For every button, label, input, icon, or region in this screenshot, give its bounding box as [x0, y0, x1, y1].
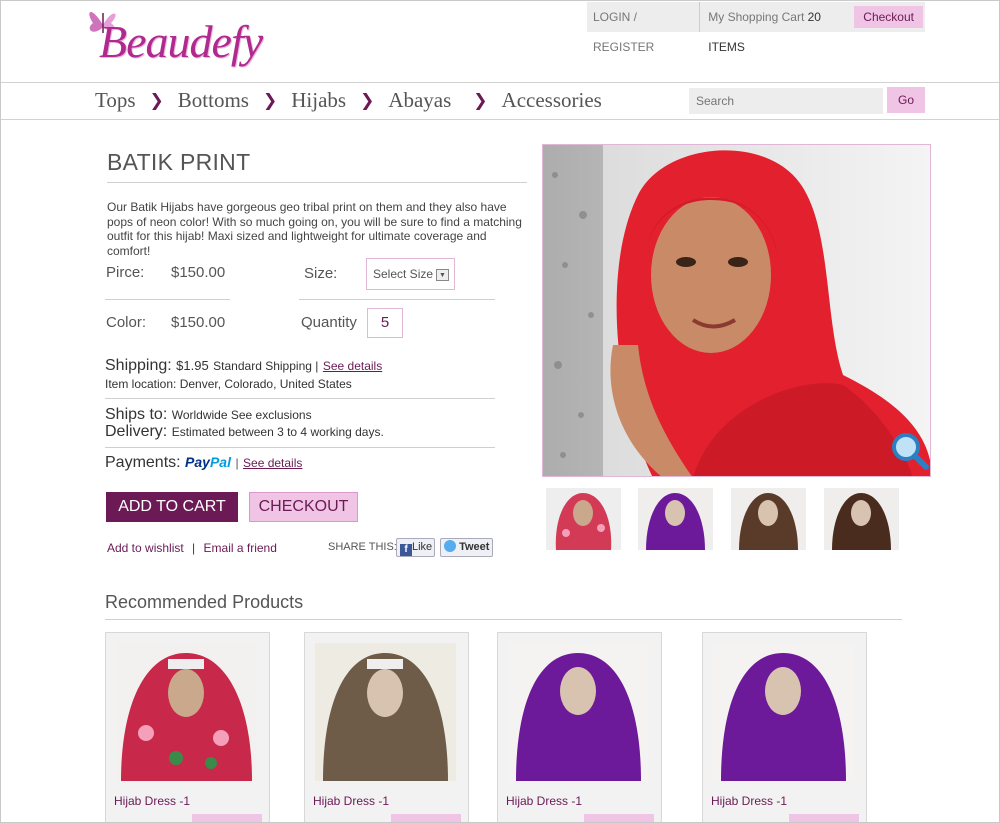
- dropdown-arrow-icon: ▼: [436, 269, 449, 281]
- nav-item-bottoms[interactable]: Bottoms: [178, 88, 249, 113]
- size-select[interactable]: Select Size ▼: [366, 258, 455, 290]
- nav-separator: ❯: [262, 90, 278, 111]
- category-nav: Tops ❯ Bottoms ❯ Hijabs ❯ Abayas ❯ Acces…: [95, 88, 602, 113]
- product-description: Our Batik Hijabs have gorgeous geo triba…: [107, 200, 522, 258]
- checkout-button[interactable]: CHECKOUT: [249, 492, 358, 522]
- product-title: BATIK PRINT: [107, 149, 251, 175]
- nav-item-hijabs[interactable]: Hijabs: [291, 88, 346, 113]
- product-card[interactable]: Hijab Dress -1: [702, 632, 867, 822]
- delivery-value: Estimated between 3 to 4 working days.: [171, 425, 384, 439]
- thumbnail-dark-brown[interactable]: [824, 488, 899, 550]
- brand-logo[interactable]: Beaudefy: [83, 3, 263, 81]
- quantity-input[interactable]: 5: [367, 308, 403, 338]
- product-card-button[interactable]: [584, 814, 654, 822]
- shipping-price: $1.95: [176, 358, 209, 373]
- payments-label: Payments:: [105, 454, 181, 471]
- delivery-line: Delivery: Estimated between 3 to 4 worki…: [105, 423, 384, 441]
- ships-to-value: Worldwide See exclusions: [171, 408, 312, 422]
- color-label: Color:: [106, 314, 147, 331]
- magnifier-zoom-icon[interactable]: [890, 431, 930, 471]
- nav-separator: ❯: [360, 90, 375, 111]
- add-to-wishlist-link[interactable]: Add to wishlist: [107, 541, 184, 555]
- nav-item-tops[interactable]: Tops: [95, 88, 136, 113]
- share-label: SHARE THIS:: [328, 541, 397, 553]
- tweet-button[interactable]: Tweet: [440, 538, 493, 557]
- product-card-image[interactable]: [508, 643, 649, 781]
- product-card-button[interactable]: [391, 814, 461, 822]
- shipping-see-details-link[interactable]: See details: [323, 359, 382, 373]
- price-label: Pirce:: [106, 264, 145, 281]
- divider: [105, 447, 495, 448]
- shipping-line: Shipping: $1.95 Standard Shipping | See …: [105, 357, 382, 375]
- facebook-like-button[interactable]: f Like: [396, 538, 435, 557]
- link-separator: |: [192, 541, 196, 555]
- header-checkout-button[interactable]: Checkout: [854, 6, 923, 28]
- search-go-button[interactable]: Go: [887, 87, 925, 113]
- thumbnail-floral[interactable]: [546, 488, 621, 550]
- shipping-label: Shipping:: [105, 357, 172, 374]
- product-page: Beaudefy LOGIN / REGISTER My Shopping Ca…: [0, 0, 1000, 823]
- model-photo: [543, 145, 930, 476]
- search-input[interactable]: [689, 88, 883, 114]
- thumbnail-purple[interactable]: [638, 488, 713, 550]
- divider: [105, 299, 230, 300]
- shipping-method: Standard Shipping |: [213, 359, 319, 373]
- account-bar: LOGIN / REGISTER My Shopping Cart 20 ITE…: [587, 2, 925, 54]
- add-to-cart-button[interactable]: ADD TO CART: [106, 492, 238, 522]
- color-value: $150.00: [171, 314, 226, 331]
- shopping-cart-link[interactable]: My Shopping Cart 20 ITEMS: [700, 2, 854, 54]
- quantity-label: Quantity: [301, 314, 357, 331]
- price-value: $150.00: [171, 264, 226, 281]
- payments-see-details-link[interactable]: See details: [243, 456, 302, 470]
- product-card-button[interactable]: [789, 814, 859, 822]
- tweet-label: Tweet: [459, 541, 490, 553]
- cart-label: My Shopping Cart: [708, 10, 805, 24]
- nav-separator: ❯: [473, 90, 488, 111]
- delivery-label: Delivery:: [105, 423, 168, 440]
- paypal-logo: PayPal: [185, 454, 231, 470]
- product-card-button[interactable]: [192, 814, 262, 822]
- item-location: Item location: Denver, Colorado, United …: [105, 377, 352, 391]
- thumbnail-brown[interactable]: [731, 488, 806, 550]
- twitter-icon: [444, 540, 456, 552]
- payments-line: Payments: PayPal | See details: [105, 454, 302, 472]
- product-card-name[interactable]: Hijab Dress -1: [711, 794, 787, 808]
- nav-item-abayas[interactable]: Abayas: [388, 88, 451, 113]
- size-select-value: Select Size: [373, 267, 434, 281]
- divider: [107, 182, 527, 183]
- login-register-link[interactable]: LOGIN / REGISTER: [587, 2, 701, 54]
- divider: [105, 398, 495, 399]
- like-label: Like: [412, 541, 433, 553]
- payments-separator: |: [235, 456, 239, 470]
- divider: [299, 299, 495, 300]
- product-card[interactable]: Hijab Dress -1: [105, 632, 270, 822]
- facebook-icon: f: [400, 544, 412, 556]
- product-card-image[interactable]: [116, 643, 257, 781]
- product-card-image[interactable]: [713, 643, 854, 781]
- main-product-image[interactable]: [542, 144, 931, 477]
- divider: [105, 619, 902, 620]
- product-card-name[interactable]: Hijab Dress -1: [506, 794, 582, 808]
- product-card-image[interactable]: [315, 643, 456, 781]
- logo-text: Beaudefy: [99, 16, 263, 67]
- nav-separator: ❯: [149, 90, 164, 111]
- product-actions: Add to wishlist | Email a friend: [107, 541, 277, 555]
- product-card-name[interactable]: Hijab Dress -1: [114, 794, 190, 808]
- product-card[interactable]: Hijab Dress -1: [497, 632, 662, 822]
- ships-to-label: Ships to:: [105, 406, 168, 423]
- email-friend-link[interactable]: Email a friend: [204, 541, 277, 555]
- nav-item-accessories[interactable]: Accessories: [502, 88, 602, 113]
- product-card-name[interactable]: Hijab Dress -1: [313, 794, 389, 808]
- product-card[interactable]: Hijab Dress -1: [304, 632, 469, 822]
- recommended-title: Recommended Products: [105, 592, 304, 612]
- size-label: Size:: [304, 265, 338, 282]
- ships-to-line: Ships to: Worldwide See exclusions: [105, 406, 312, 424]
